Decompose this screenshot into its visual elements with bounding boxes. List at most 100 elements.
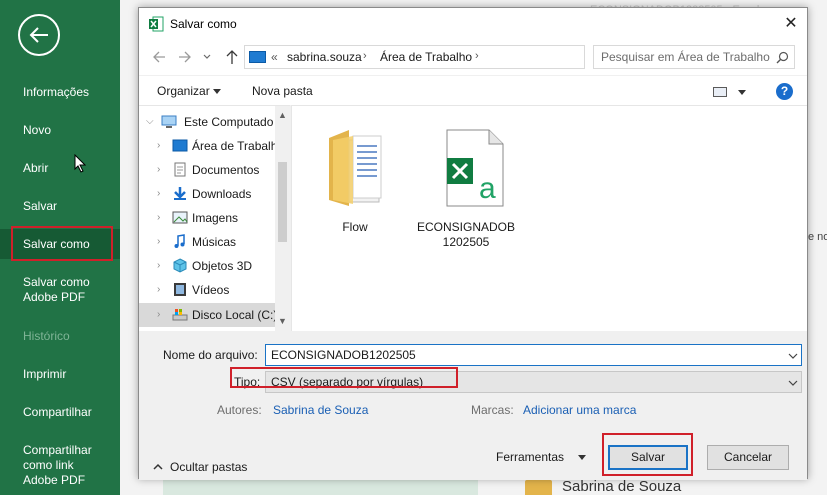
download-icon <box>174 187 186 200</box>
chevron-right-icon[interactable]: › <box>157 140 160 151</box>
documents-icon <box>174 162 186 177</box>
tree-item-downloads[interactable]: › Downloads <box>139 182 275 206</box>
help-button[interactable]: ? <box>776 83 793 100</box>
pictures-icon <box>172 211 188 224</box>
filename-label: Nome do arquivo: <box>163 348 258 362</box>
excel-icon <box>149 16 164 32</box>
close-button[interactable]: ✕ <box>777 10 805 38</box>
menu-informacoes[interactable]: Informações <box>0 85 120 100</box>
search-icon[interactable] <box>776 51 789 64</box>
mouse-cursor-icon <box>74 154 86 173</box>
chevron-right-icon[interactable]: › <box>157 260 160 271</box>
music-icon <box>174 234 185 248</box>
highlight-salvar-como <box>11 226 113 261</box>
new-folder-button[interactable]: Nova pasta <box>252 84 313 98</box>
tree-item-area-de-trabalho[interactable]: › Área de Trabalh <box>139 134 278 158</box>
breadcrumb-separator[interactable]: › <box>363 50 367 62</box>
cancel-button[interactable]: Cancelar <box>707 445 789 470</box>
desktop-icon <box>249 51 266 63</box>
chevron-right-icon[interactable]: › <box>157 309 160 320</box>
navigation-tree: ⌵ Este Computado › Área de Trabalh › Doc… <box>139 105 290 332</box>
background-user-name: Sabrina de Souza <box>562 478 682 495</box>
chevron-down-icon[interactable] <box>788 353 798 359</box>
menu-compartilhar[interactable]: Compartilhar <box>0 405 120 420</box>
menu-salvar-como-adobe-pdf[interactable]: Salvar como Adobe PDF <box>0 275 110 305</box>
scroll-down-icon[interactable]: ▼ <box>278 316 287 326</box>
caret-down-icon[interactable] <box>213 89 221 94</box>
dialog-title: Salvar como <box>170 17 237 31</box>
save-form: Nome do arquivo: ECONSIGNADOB1202505 Tip… <box>139 331 807 480</box>
scroll-up-icon[interactable]: ▲ <box>278 110 287 120</box>
chevron-right-icon[interactable]: › <box>157 188 160 199</box>
tree-item-videos[interactable]: › Vídeos <box>139 278 275 302</box>
chevron-right-icon[interactable]: › <box>157 284 160 295</box>
menu-salvar[interactable]: Salvar <box>0 199 120 214</box>
arrow-left-icon <box>29 27 48 43</box>
highlight-save-button <box>602 433 693 476</box>
computer-icon <box>161 115 177 128</box>
videos-icon <box>174 283 186 296</box>
back-arrow-icon[interactable] <box>152 49 166 65</box>
filename-field[interactable]: ECONSIGNADOB1202505 <box>265 344 802 366</box>
tree-item-este-computador[interactable]: ⌵ Este Computado <box>139 110 275 134</box>
tree-item-label: Músicas <box>192 235 237 249</box>
tools-button[interactable]: Ferramentas <box>496 450 564 464</box>
up-arrow-icon[interactable] <box>225 49 239 65</box>
tree-item-label: Este Computado <box>184 115 274 129</box>
file-label: ECONSIGNADOB 1202505 <box>416 220 515 249</box>
address-bar[interactable]: « sabrina.souza › Área de Trabalho › <box>244 45 683 69</box>
authors-link[interactable]: Sabrina de Souza <box>273 403 368 417</box>
recent-locations-caret-icon[interactable] <box>202 49 212 65</box>
excel-csv-file-icon: a <box>446 129 504 207</box>
search-box[interactable]: Pesquisar em Área de Trabalho <box>593 45 795 69</box>
breadcrumb-user[interactable]: sabrina.souza <box>287 50 362 64</box>
menu-abrir[interactable]: Abrir <box>0 161 120 176</box>
file-item-flow[interactable]: Flow <box>305 116 405 246</box>
breadcrumb-desktop[interactable]: Área de Trabalho <box>380 50 472 64</box>
organize-button[interactable]: Organizar <box>157 84 210 98</box>
caret-down-icon[interactable] <box>578 455 586 460</box>
background-location-tile <box>163 478 478 495</box>
view-options-icon[interactable] <box>713 87 727 97</box>
hide-folders-label: Ocultar pastas <box>170 460 248 474</box>
tags-label: Marcas: <box>471 403 514 417</box>
tree-item-documentos[interactable]: › Documentos <box>139 158 275 182</box>
menu-novo[interactable]: Novo <box>0 123 120 138</box>
breadcrumb-separator[interactable]: › <box>475 50 479 62</box>
tree-item-label: Imagens <box>192 211 239 225</box>
address-overflow[interactable]: « <box>271 50 278 64</box>
chevron-down-icon[interactable] <box>788 380 798 386</box>
folder-icon <box>525 480 552 495</box>
tree-item-label: Área de Trabalh <box>192 139 278 153</box>
chevron-right-icon[interactable]: › <box>157 236 160 247</box>
file-label: Flow <box>342 220 368 234</box>
dialog-toolbar: Organizar Nova pasta ? <box>139 75 807 105</box>
drive-icon <box>172 309 188 321</box>
tree-scrollbar[interactable]: ▲ ▼ <box>275 106 290 332</box>
save-as-dialog: Salvar como ✕ « sabrina.souza › Área de … <box>138 7 808 480</box>
menu-compartilhar-link-adobe-pdf[interactable]: Compartilhar como link Adobe PDF <box>0 443 110 488</box>
tree-item-imagens[interactable]: › Imagens <box>139 206 275 230</box>
tree-item-label: Downloads <box>192 187 252 201</box>
folder-icon <box>329 130 382 206</box>
tree-item-label: Disco Local (C:) <box>192 308 278 322</box>
menu-imprimir[interactable]: Imprimir <box>0 367 120 382</box>
menu-historico: Histórico <box>23 329 70 343</box>
objects-3d-icon <box>173 258 187 273</box>
back-button[interactable] <box>18 14 60 56</box>
tree-item-label: Objetos 3D <box>192 259 253 273</box>
file-item-econsignadob[interactable]: a ECONSIGNADOB 1202505 <box>416 116 516 249</box>
caret-down-icon[interactable] <box>738 90 746 95</box>
tree-item-objetos-3d[interactable]: › Objetos 3D <box>139 254 275 278</box>
scrollbar-thumb[interactable] <box>278 162 287 242</box>
search-input[interactable]: Pesquisar em Área de Trabalho <box>601 50 770 64</box>
chevron-right-icon[interactable]: › <box>157 164 160 175</box>
forward-arrow-icon[interactable] <box>178 49 192 65</box>
chevron-up-icon <box>153 463 163 470</box>
filename-value[interactable]: ECONSIGNADOB1202505 <box>271 348 416 362</box>
chevron-right-icon[interactable]: › <box>157 212 160 223</box>
add-tag-link[interactable]: Adicionar uma marca <box>523 403 636 417</box>
tree-item-musicas[interactable]: › Músicas <box>139 230 275 254</box>
chevron-down-icon[interactable]: ⌵ <box>146 116 154 127</box>
tree-item-disco-local[interactable]: › Disco Local (C:) <box>139 303 278 327</box>
